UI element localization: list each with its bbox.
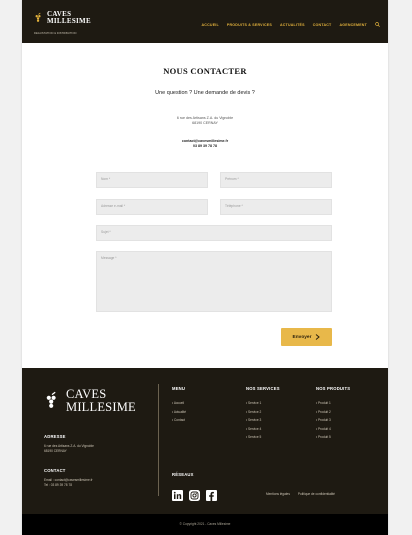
footer-service-item[interactable]: • Service 5: [246, 433, 261, 442]
footer-contact-title: CONTACT: [44, 468, 66, 473]
copyright-bar: © Copyright 2021 - Caves Millesime: [22, 514, 388, 535]
facebook-icon[interactable]: [206, 488, 217, 501]
submit-label: Envoyer: [292, 334, 312, 340]
main-nav: ACCUEIL PRODUITS & SERVICES ACTUALITÉS C…: [202, 22, 380, 27]
search-icon[interactable]: [375, 22, 380, 27]
footer-menu-item[interactable]: • Actualité: [172, 408, 186, 417]
legal-link[interactable]: Mentions légales: [266, 492, 290, 496]
instagram-icon[interactable]: [189, 488, 200, 501]
footer-address: 6 rue des Artisans Z.A. du Vignoble 6819…: [44, 444, 94, 454]
logo-line2: MILLESIME: [47, 17, 91, 25]
footer-address-line2: 68190 CERNAY: [44, 449, 67, 453]
nav-accueil[interactable]: ACCUEIL: [202, 23, 219, 27]
footer-product-item[interactable]: • Produit 4: [316, 425, 331, 434]
footer-product-item[interactable]: • Produit 5: [316, 433, 331, 442]
page-title: NOUS CONTACTER: [163, 66, 247, 76]
nav-contact[interactable]: CONTACT: [313, 23, 332, 27]
footer-service-item[interactable]: • Service 1: [246, 399, 261, 408]
contact-details: contact@cavesmillesime.fr 03 89 39 78 78: [22, 139, 388, 149]
footer-legal-links: Mentions légales Politique de confidenti…: [266, 492, 335, 496]
footer-services-title: NOS SERVICES: [246, 386, 280, 391]
footer-social-title: RÉSEAUX: [172, 472, 194, 477]
footer-product-item[interactable]: • Produit 3: [316, 416, 331, 425]
address-line2: 68190 CERNAY: [192, 121, 218, 125]
footer-menu-item[interactable]: • Accueil: [172, 399, 186, 408]
footer-logo-line2: MILLESIME: [66, 399, 136, 414]
footer-menu-item[interactable]: • Contact: [172, 416, 186, 425]
name-field[interactable]: Nom *: [96, 172, 208, 188]
footer-products-title: NOS PRODUITS: [316, 386, 351, 391]
site-logo[interactable]: CAVES MILLESIME: [34, 11, 91, 25]
footer-logo[interactable]: CAVES MILLESIME: [44, 388, 136, 413]
footer-service-item[interactable]: • Service 3: [246, 416, 261, 425]
copyright-text: © Copyright 2021 - Caves Millesime: [179, 522, 231, 526]
submit-button[interactable]: Envoyer: [281, 328, 332, 346]
nav-agencement[interactable]: AGENCEMENT: [339, 23, 367, 27]
nav-produits-services[interactable]: PRODUITS & SERVICES: [227, 23, 272, 27]
site-header: CAVES MILLESIME DEGUSTATION & DISTRIBUTI…: [22, 0, 388, 43]
footer-service-item[interactable]: • Service 4: [246, 425, 261, 434]
grape-logo-icon: [35, 12, 41, 22]
footer-products: • Produit 1 • Produit 2 • Produit 3 • Pr…: [316, 399, 331, 442]
contact-phone[interactable]: 03 89 39 78 78: [22, 144, 388, 149]
phone-field[interactable]: Téléphone *: [220, 199, 332, 215]
message-field[interactable]: Message *: [96, 251, 332, 312]
firstname-field[interactable]: Prénom *: [220, 172, 332, 188]
privacy-link[interactable]: Politique de confidentialité: [298, 492, 335, 496]
footer-contact: Email : contact@cavesmillesime.fr Tel : …: [44, 478, 93, 488]
footer-product-item[interactable]: • Produit 1: [316, 399, 331, 408]
footer-product-item[interactable]: • Produit 2: [316, 408, 331, 417]
footer-menu: • Accueil • Actualité • Contact: [172, 399, 186, 425]
nav-actualites[interactable]: ACTUALITÉS: [280, 23, 305, 27]
social-links: [172, 488, 217, 501]
logo-tagline: DEGUSTATION & DISTRIBUTION: [34, 32, 77, 35]
grape-logo-icon: [46, 391, 56, 408]
footer-menu-title: MENU: [172, 386, 186, 391]
footer-divider: [158, 384, 159, 496]
site-footer: CAVES MILLESIME ADRESSE 6 rue des Artisa…: [22, 368, 388, 514]
footer-services: • Service 1 • Service 2 • Service 3 • Se…: [246, 399, 261, 442]
footer-service-item[interactable]: • Service 2: [246, 408, 261, 417]
footer-address-title: ADRESSE: [44, 434, 66, 439]
chevron-right-icon: [316, 334, 321, 340]
email-field[interactable]: Adresse e-mail *: [96, 199, 208, 215]
linkedin-icon[interactable]: [172, 488, 183, 501]
contact-address: 6 rue des Artisans Z.A. du Vignoble 6819…: [22, 116, 388, 126]
page: CAVES MILLESIME DEGUSTATION & DISTRIBUTI…: [22, 0, 388, 535]
subject-field[interactable]: Sujet *: [96, 225, 332, 241]
footer-logo-line1: CAVES: [66, 387, 107, 401]
page-subtitle: Une question ? Une demande de devis ?: [155, 90, 255, 96]
footer-tel[interactable]: Tel : 03 89 39 78 78: [44, 483, 93, 488]
